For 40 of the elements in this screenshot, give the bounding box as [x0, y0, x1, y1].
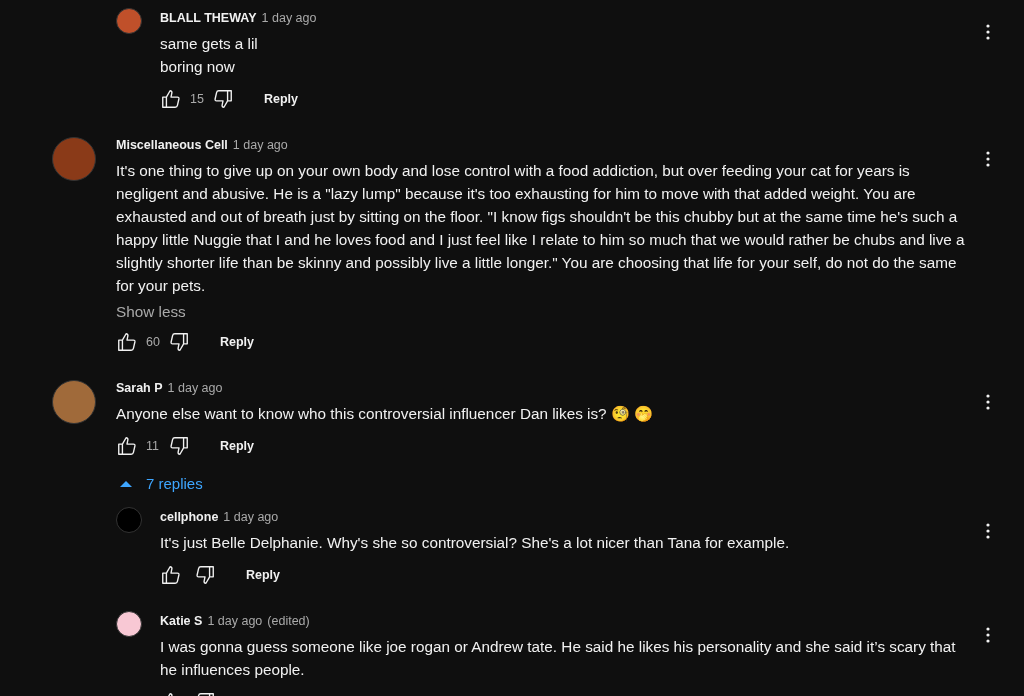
thumbs-down-icon[interactable] — [212, 88, 234, 110]
more-options-icon[interactable] — [986, 24, 990, 40]
reply-button[interactable]: Reply — [252, 86, 311, 112]
thumbs-up-icon[interactable] — [116, 331, 138, 353]
author-name[interactable]: BLALL THEWAY — [160, 8, 257, 28]
reply-button[interactable]: Reply — [208, 329, 267, 355]
avatar-circle[interactable] — [116, 611, 142, 637]
author-name[interactable]: Katie S — [160, 611, 203, 631]
thumbs-up-icon[interactable] — [160, 564, 182, 586]
comment-time[interactable]: 1 day ago — [232, 135, 288, 155]
show-less-link[interactable]: Show less — [116, 303, 186, 321]
thumbs-up-icon[interactable] — [116, 435, 138, 457]
author-name[interactable]: cellphone — [160, 507, 219, 527]
author-name[interactable]: Miscellaneous Cell — [116, 135, 228, 155]
more-options-icon[interactable] — [986, 394, 990, 410]
comment-time[interactable]: 1 day ago — [223, 507, 279, 527]
author-name[interactable]: Sarah P — [116, 378, 163, 398]
more-options-icon[interactable] — [986, 523, 990, 539]
more-options-icon[interactable] — [986, 627, 990, 643]
comment-time[interactable]: 1 day ago — [167, 378, 223, 398]
thumbs-down-icon[interactable] — [168, 331, 190, 353]
reply-button[interactable]: Reply — [234, 562, 293, 588]
replies-toggle[interactable]: 7 replies — [116, 468, 207, 499]
caret-icon — [120, 479, 132, 488]
more-options-icon[interactable] — [986, 151, 990, 167]
comment-text: same gets a lil boring now — [160, 34, 259, 77]
like-count: 11 — [146, 439, 160, 453]
like-count: 15 — [190, 92, 204, 106]
thumbs-up-icon[interactable] — [160, 88, 182, 110]
comment-text: Anyone else want to know who this controversial influencer Dan likes is? 🧐 🤭 — [116, 404, 655, 424]
reply-button[interactable]: Reply — [208, 433, 267, 459]
like-count: 60 — [146, 335, 160, 349]
thumbs-down-icon[interactable] — [194, 564, 216, 586]
comment-time[interactable]: 1 day ago — [261, 8, 317, 28]
thumbs-down-icon[interactable] — [168, 435, 190, 457]
comment-text: It's just Belle Delphanie. Why's she so controversial? She's a lot nicer than Tana for example. — [160, 533, 791, 553]
comment-text: I was gonna guess someone like joe rogan or Andrew tate. He said he likes his personality and she said it’s scary that he influences people. — [160, 637, 957, 680]
comment-time[interactable]: 1 day ago — [207, 611, 263, 631]
edited-label: (edited) — [267, 613, 310, 630]
comment-text: It's one thing to give up on your own body and lose control with a food addiction, but over feeding your cat for years is negligent and abusive. He is a "lazy lump" because it's too exhausting for him to move with that added weight. You are exhausted and out of breath just by sitting on the floor. "I know figs shouldn't be this chubby but at the same time he's such a happy little Nuggie that I and he loves food and I just feel like I relate to him so much that we would rather be chubs and live a slightly shorter life than be skinny and possibly live a little longer." You are choosing that life for your self, do not do the same for your pets. — [116, 161, 966, 296]
